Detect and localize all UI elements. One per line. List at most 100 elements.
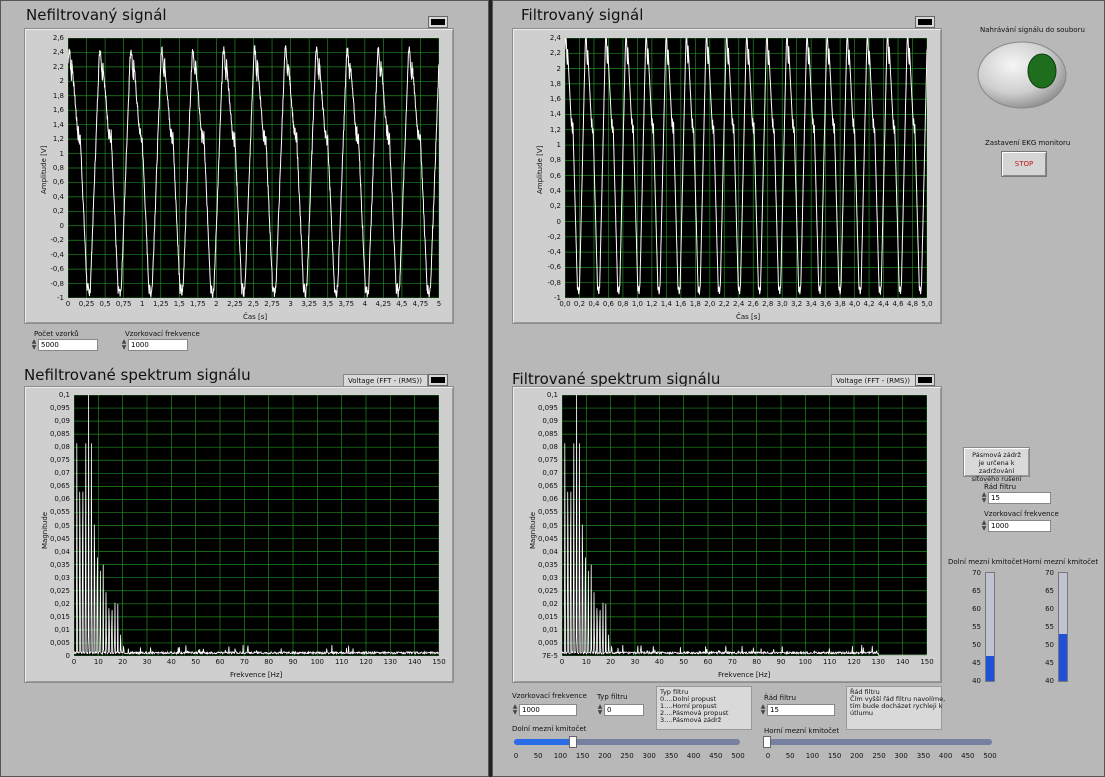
- spin-arrows-icon[interactable]: ▲ ▼: [760, 704, 766, 716]
- bandstop-line: Pásmová zádrž: [972, 451, 1021, 459]
- spin-arrows-icon[interactable]: ▲ ▼: [121, 339, 127, 351]
- x-tick-label: 20: [118, 658, 128, 666]
- filtered-signal-plot[interactable]: [565, 38, 927, 298]
- y-tick-label: 0,095: [49, 404, 70, 413]
- bandstop-info-button[interactable]: Pásmová zádrž je určena k zadržování síť…: [963, 447, 1030, 483]
- plot-legend-button[interactable]: [915, 374, 935, 386]
- slider-thumb[interactable]: [763, 736, 771, 748]
- slider-scale-label: 50: [785, 752, 795, 760]
- bandstop-sampling-input[interactable]: [988, 520, 1051, 532]
- high-cutoff-label: Horní mezní kmitočet: [764, 727, 840, 735]
- spin-arrows-icon[interactable]: ▲ ▼: [981, 520, 987, 532]
- x-tick-label: 2,4: [733, 300, 745, 308]
- filter-order-input[interactable]: [767, 704, 835, 716]
- stop-ekg-label: Zastavení EKG monitoru: [985, 139, 1071, 147]
- x-tick-label: 10: [93, 658, 103, 666]
- low-cutoff-tank[interactable]: [985, 572, 995, 682]
- plot-legend-button[interactable]: [428, 16, 448, 28]
- filter-sampling-label: Vzorkovací frekvence: [512, 692, 587, 700]
- x-tick-label: 140: [895, 658, 910, 666]
- x-tick-label: 60: [215, 658, 225, 666]
- x-tick-label: 60: [703, 658, 713, 666]
- x-tick-label: 3,8: [834, 300, 846, 308]
- y-tick-label: 2: [59, 77, 64, 86]
- filtered-signal-ylabel: Amplitude [V]: [536, 145, 544, 194]
- x-tick-label: 80: [264, 658, 274, 666]
- filter-sampling-control[interactable]: ▲ ▼: [512, 704, 582, 716]
- low-cutoff-slider[interactable]: [514, 736, 740, 748]
- y-tick-label: 0,035: [537, 560, 558, 569]
- x-tick-label: 0,75: [115, 300, 132, 308]
- x-tick-label: 100: [310, 658, 325, 666]
- x-tick-label: 130: [383, 658, 398, 666]
- y-tick-label: 0,065: [49, 482, 70, 491]
- sampling-frequency-input[interactable]: [128, 339, 188, 351]
- bandstop-sampling-label: Vzorkovací frekvence: [984, 510, 1059, 518]
- filter-type-input[interactable]: [604, 704, 644, 716]
- y-tick-label: 0,1: [546, 391, 558, 399]
- filter-order-control[interactable]: ▲ ▼: [760, 704, 836, 716]
- sampling-frequency-control[interactable]: ▲ ▼: [121, 339, 191, 351]
- slider-scale-label: 150: [575, 752, 590, 760]
- sample-count-input[interactable]: [38, 339, 98, 351]
- x-tick-label: 30: [142, 658, 152, 666]
- x-tick-label: 80: [752, 658, 762, 666]
- record-to-file-button[interactable]: [977, 40, 1071, 110]
- x-tick-label: 110: [822, 658, 837, 666]
- spin-arrows-icon[interactable]: ▲ ▼: [981, 492, 987, 504]
- x-tick-label: 100: [798, 658, 813, 666]
- y-tick-label: 1,8: [549, 79, 561, 88]
- x-tick-label: 4,2: [863, 300, 875, 308]
- x-tick-label: 50: [679, 658, 689, 666]
- y-tick-label: 0,2: [52, 207, 64, 216]
- unfiltered-signal-plot[interactable]: [68, 38, 439, 298]
- x-tick-label: 5,0: [921, 300, 933, 308]
- bandstop-order-input[interactable]: [988, 492, 1051, 504]
- stop-button[interactable]: STOP: [1001, 151, 1047, 177]
- high-cutoff-tank[interactable]: [1058, 572, 1068, 682]
- y-tick-label: 0,075: [537, 456, 558, 465]
- bandstop-high-cutoff-label: Horní mezní kmitočet: [1023, 558, 1099, 566]
- filter-type-note: Typ filtru 0....Dolní propust 1....Horní…: [656, 686, 752, 730]
- y-tick-label: 0,2: [549, 202, 561, 211]
- y-tick-label: -0,2: [547, 232, 561, 241]
- y-tick-label: 0,075: [49, 456, 70, 465]
- x-tick-label: 5: [436, 300, 442, 308]
- unfiltered-spectrum-plot[interactable]: [74, 395, 439, 656]
- filtered-spectrum-plot[interactable]: [562, 395, 927, 656]
- high-cutoff-slider[interactable]: [763, 736, 992, 748]
- y-tick-label: 0,07: [542, 469, 558, 478]
- y-tick-label: 0,085: [537, 430, 558, 439]
- x-tick-label: 20: [606, 658, 616, 666]
- x-tick-label: 1,8: [689, 300, 701, 308]
- slider-thumb[interactable]: [568, 736, 577, 748]
- bandstop-order-control[interactable]: ▲ ▼: [981, 492, 1051, 504]
- tank-scale-label: 60: [972, 605, 981, 613]
- y-tick-label: 1,4: [52, 120, 64, 129]
- record-to-file-label: Nahrávání signálu do souboru: [980, 26, 1085, 34]
- spin-arrows-icon[interactable]: ▲ ▼: [597, 704, 603, 716]
- slider-scale-label: 100: [805, 752, 820, 760]
- x-tick-label: 0: [71, 658, 77, 666]
- note-line: 3....Pásmová zádrž: [660, 716, 722, 724]
- x-tick-label: 4,0: [849, 300, 861, 308]
- filter-sampling-input[interactable]: [519, 704, 577, 716]
- y-tick-label: 0,005: [537, 638, 558, 647]
- x-tick-label: 30: [630, 658, 640, 666]
- x-tick-label: 150: [920, 658, 934, 666]
- bandstop-sampling-control[interactable]: ▲ ▼: [981, 520, 1051, 532]
- spin-arrows-icon[interactable]: ▲ ▼: [31, 339, 37, 351]
- x-tick-label: 4,5: [396, 300, 408, 308]
- plot-legend-button[interactable]: [428, 374, 448, 386]
- bandstop-line: je určena k zadržování: [978, 459, 1015, 475]
- spin-arrows-icon[interactable]: ▲ ▼: [512, 704, 518, 716]
- y-tick-label: 2,2: [52, 62, 64, 71]
- x-tick-label: 1,25: [152, 300, 169, 308]
- plot-legend-button[interactable]: [915, 16, 935, 28]
- y-tick-label: -0,8: [50, 279, 64, 288]
- filter-type-control[interactable]: ▲ ▼: [597, 704, 647, 716]
- x-tick-label: 2,5: [247, 300, 260, 308]
- slider-scale-label: 0: [513, 752, 519, 760]
- slider-scale-label: 350: [664, 752, 679, 760]
- sample-count-control[interactable]: ▲ ▼: [31, 339, 101, 351]
